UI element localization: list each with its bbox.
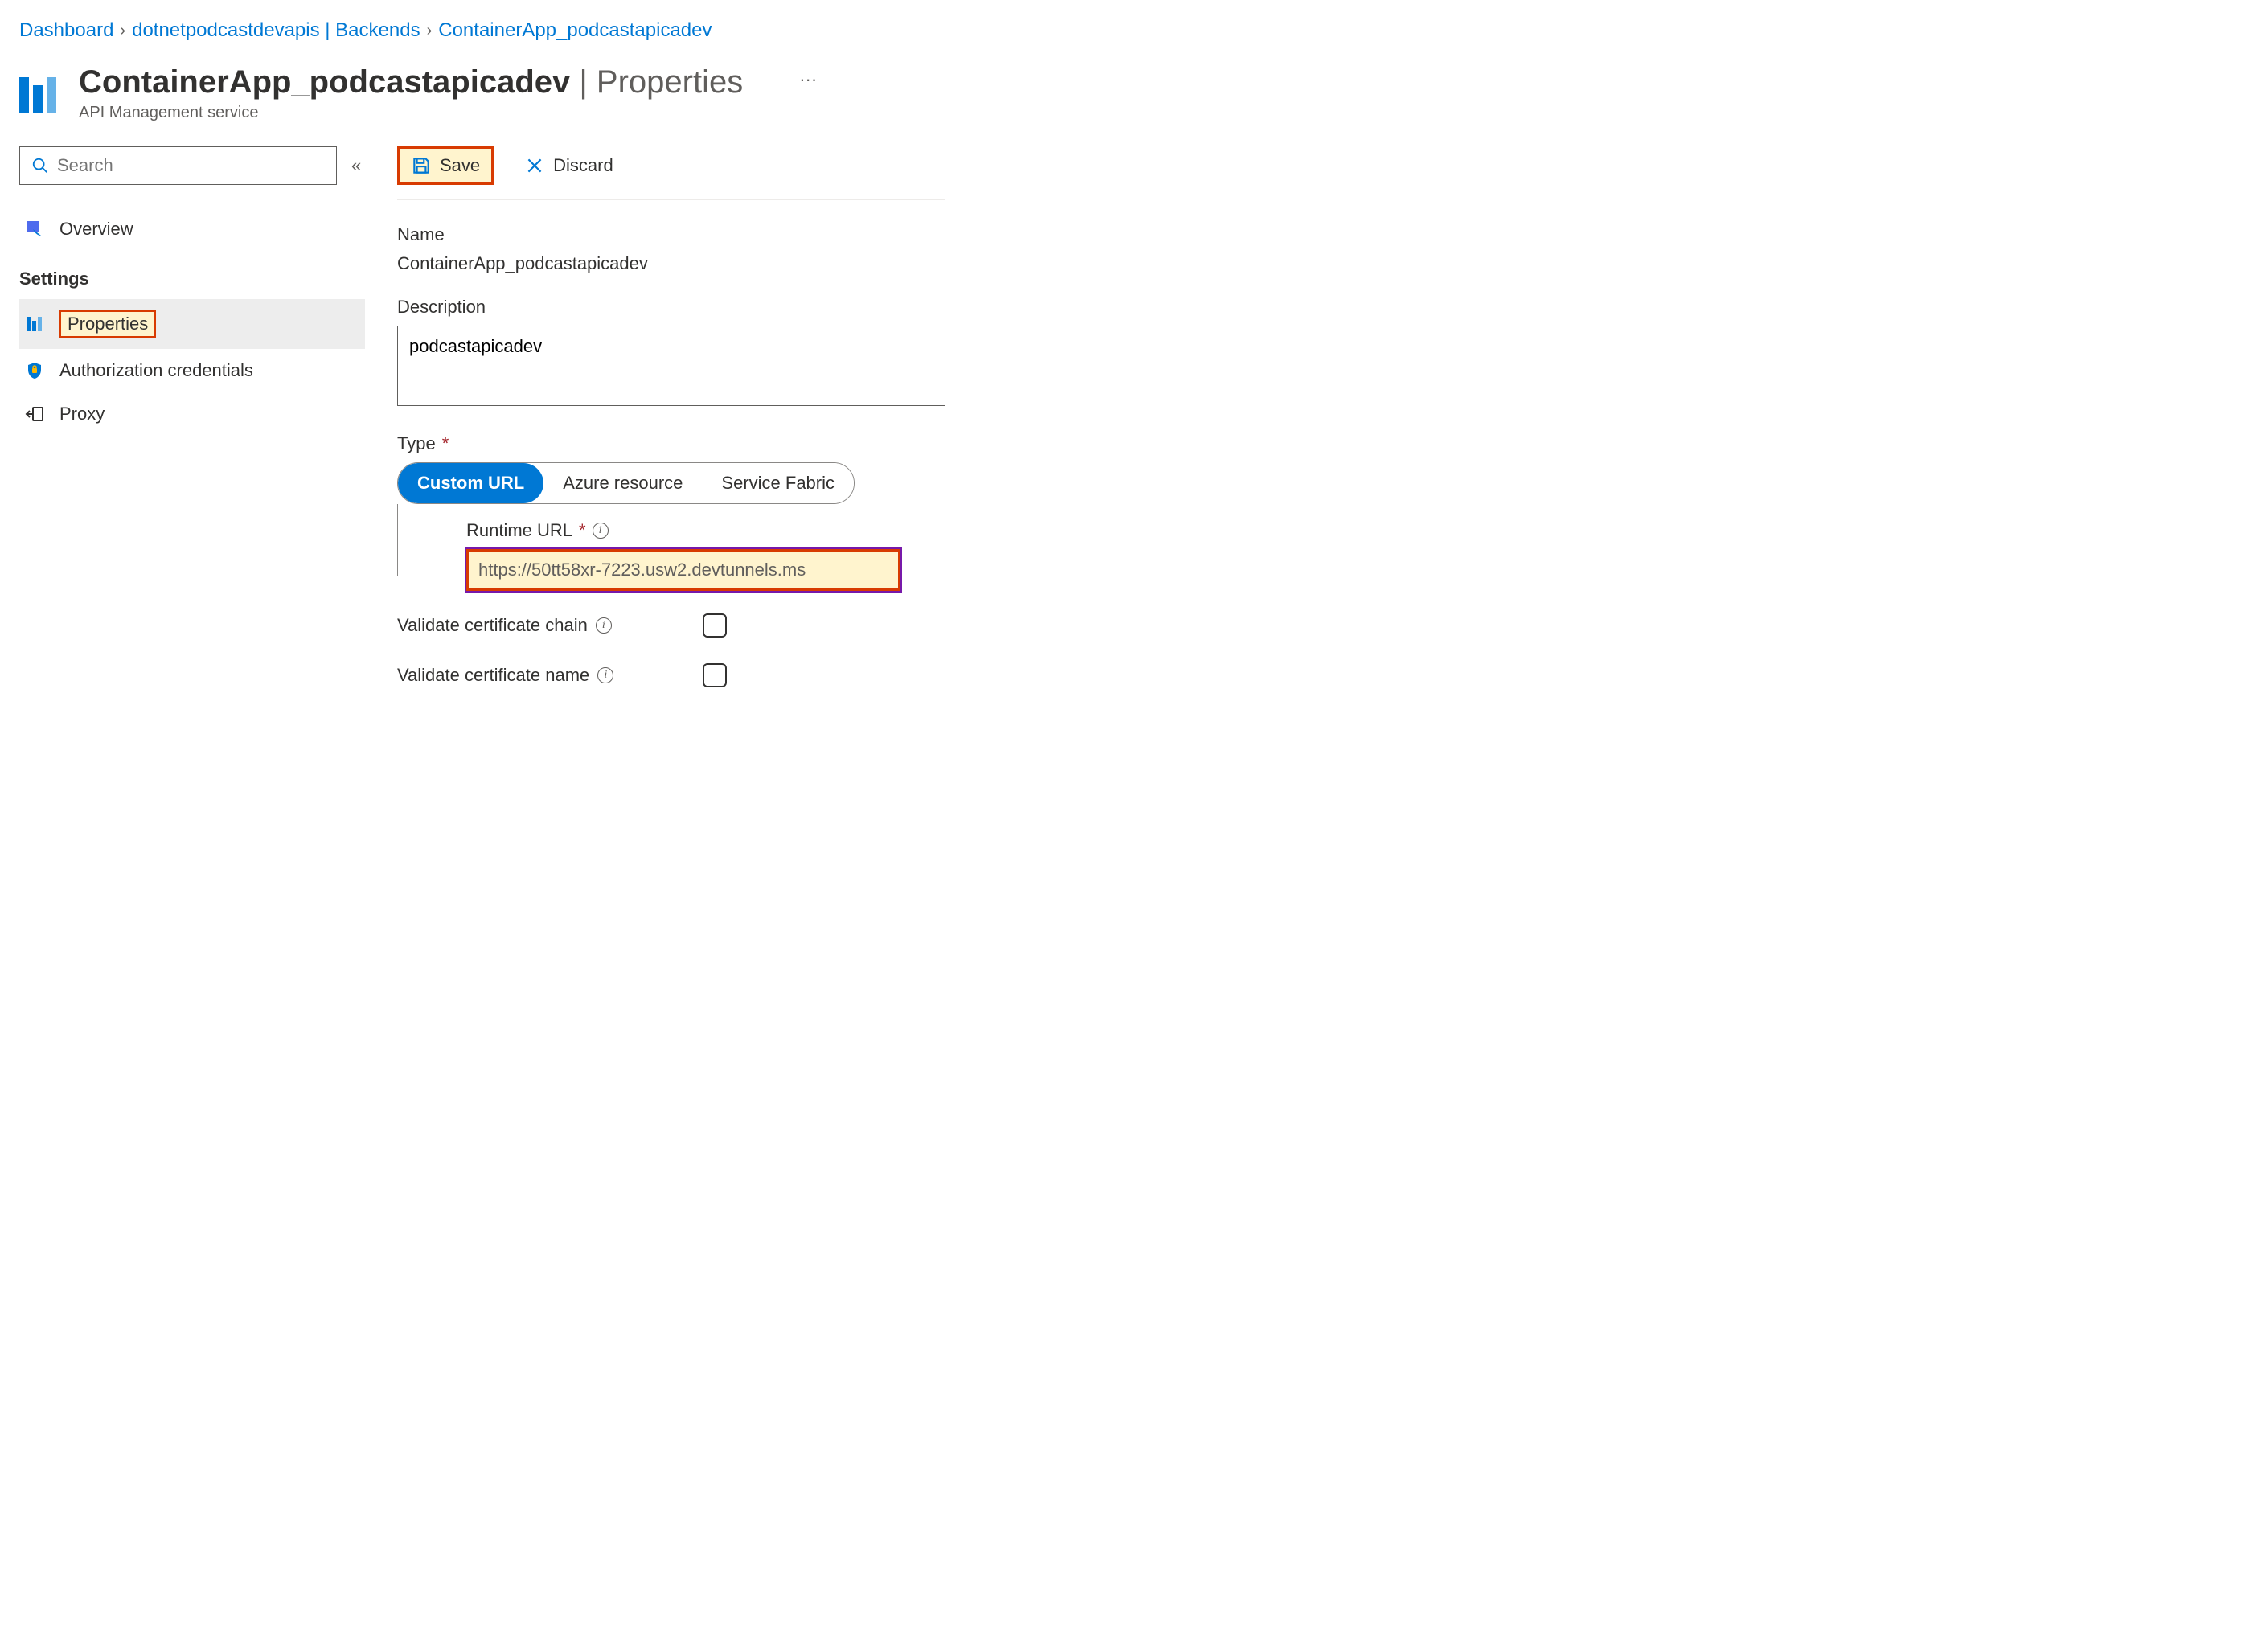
page-title: ContainerApp_podcastapicadev | Propertie… xyxy=(79,64,743,100)
type-option-azure-resource[interactable]: Azure resource xyxy=(543,463,702,503)
info-icon[interactable]: i xyxy=(597,667,613,683)
sidebar-heading-settings: Settings xyxy=(19,251,365,299)
overview-icon xyxy=(24,219,45,240)
sidebar-item-label: Authorization credentials xyxy=(59,360,253,381)
name-value: ContainerApp_podcastapicadev xyxy=(397,253,945,274)
sidebar-item-properties[interactable]: Properties xyxy=(19,299,365,349)
type-option-service-fabric[interactable]: Service Fabric xyxy=(702,463,854,503)
chevron-right-icon: › xyxy=(120,22,125,40)
apim-service-icon xyxy=(19,69,63,113)
main-content: Save Discard Name ContainerApp_podcastap… xyxy=(397,146,945,713)
info-icon[interactable]: i xyxy=(593,523,609,539)
sidebar: « Overview Settings Properties xyxy=(19,146,365,713)
breadcrumb-dashboard[interactable]: Dashboard xyxy=(19,19,113,42)
validate-chain-label: Validate certificate chain xyxy=(397,615,588,636)
name-label: Name xyxy=(397,224,945,245)
close-icon xyxy=(524,155,545,176)
required-mark: * xyxy=(442,433,449,454)
discard-button[interactable]: Discard xyxy=(513,149,625,182)
tree-connector xyxy=(397,504,426,576)
breadcrumb-backends[interactable]: dotnetpodcastdevapis | Backends xyxy=(132,19,420,42)
description-label: Description xyxy=(397,297,945,318)
type-option-custom-url[interactable]: Custom URL xyxy=(398,463,543,503)
validate-name-label: Validate certificate name xyxy=(397,665,589,686)
page-header: ContainerApp_podcastapicadev | Propertie… xyxy=(19,64,945,122)
toolbar: Save Discard xyxy=(397,146,945,200)
validate-name-checkbox[interactable] xyxy=(703,663,727,687)
sidebar-item-label: Overview xyxy=(59,219,133,240)
discard-button-label: Discard xyxy=(553,155,613,176)
breadcrumb-current[interactable]: ContainerApp_podcastapicadev xyxy=(438,19,712,42)
sidebar-search-input[interactable] xyxy=(57,155,325,176)
save-button[interactable]: Save xyxy=(397,146,494,185)
sidebar-search[interactable] xyxy=(19,146,337,185)
type-pill-group: Custom URL Azure resource Service Fabric xyxy=(397,462,855,504)
properties-icon xyxy=(24,314,45,334)
description-input[interactable] xyxy=(397,326,945,406)
info-icon[interactable]: i xyxy=(596,617,612,634)
sidebar-item-label: Properties xyxy=(68,314,148,334)
sidebar-item-overview[interactable]: Overview xyxy=(19,207,365,251)
collapse-sidebar-button[interactable]: « xyxy=(351,155,361,176)
proxy-icon xyxy=(24,404,45,424)
chevron-right-icon: › xyxy=(427,22,433,40)
runtime-url-label: Runtime URL xyxy=(466,520,572,541)
sidebar-item-proxy[interactable]: Proxy xyxy=(19,392,365,436)
shield-icon xyxy=(24,360,45,381)
sidebar-item-label: Proxy xyxy=(59,404,105,424)
save-button-label: Save xyxy=(440,155,480,176)
runtime-url-input[interactable] xyxy=(470,553,896,587)
search-icon xyxy=(31,157,49,174)
validate-chain-checkbox[interactable] xyxy=(703,613,727,638)
required-mark: * xyxy=(579,520,586,541)
page-subtitle: API Management service xyxy=(79,104,743,122)
save-icon xyxy=(411,155,432,176)
breadcrumb: Dashboard › dotnetpodcastdevapis | Backe… xyxy=(19,19,945,42)
sidebar-item-authorization-credentials[interactable]: Authorization credentials xyxy=(19,349,365,392)
more-actions-button[interactable]: ··· xyxy=(791,64,825,95)
type-label: Type xyxy=(397,433,436,454)
